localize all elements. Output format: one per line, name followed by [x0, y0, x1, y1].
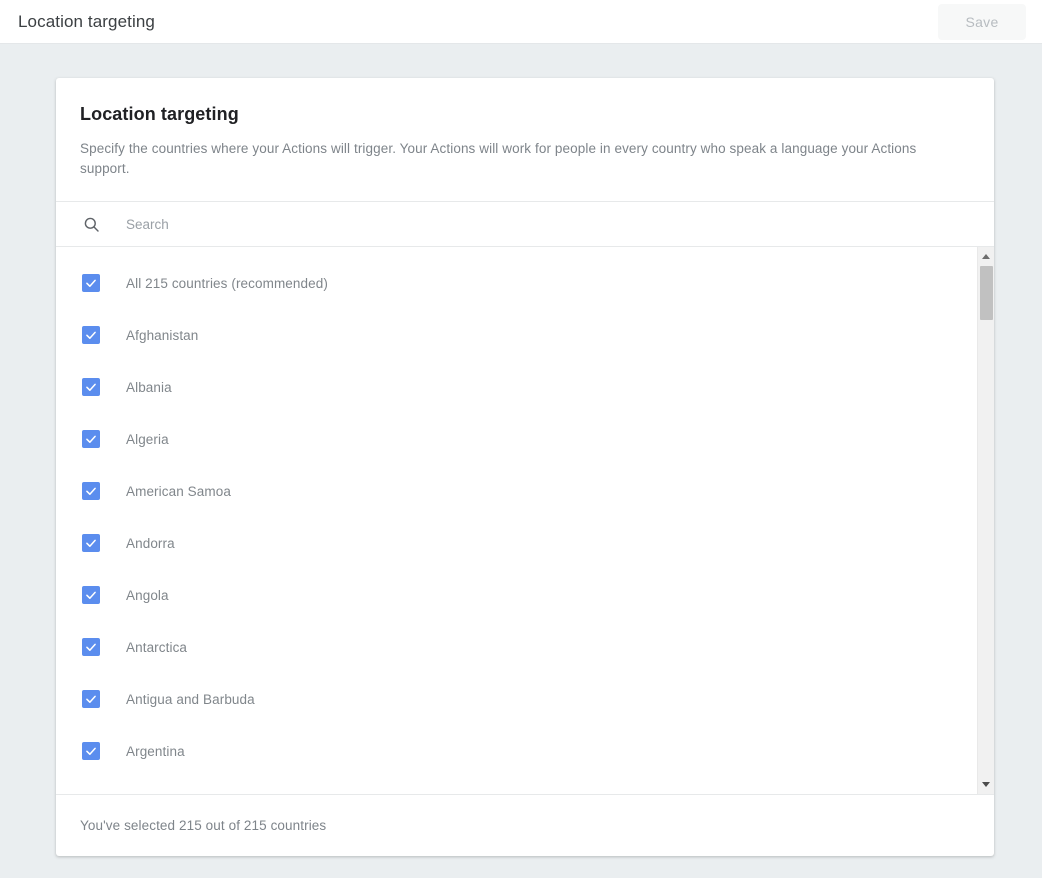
card-title: Location targeting — [80, 104, 970, 125]
list-item-label: Algeria — [126, 432, 169, 447]
list-item-label: Antigua and Barbuda — [126, 692, 255, 707]
list-item-label: Andorra — [126, 536, 175, 551]
list-item-label: Angola — [126, 588, 169, 603]
list-item[interactable]: Algeria — [56, 413, 977, 465]
card-description: Specify the countries where your Actions… — [80, 139, 960, 179]
list-item[interactable]: Antigua and Barbuda — [56, 673, 977, 725]
list-item-label: Afghanistan — [126, 328, 198, 343]
list-item[interactable]: Afghanistan — [56, 309, 977, 361]
list-item-label: Albania — [126, 380, 172, 395]
list-item-label: All 215 countries (recommended) — [126, 276, 328, 291]
list-scrollbar[interactable] — [977, 247, 994, 794]
location-targeting-card: Location targeting Specify the countries… — [56, 78, 994, 856]
page-title: Location targeting — [18, 12, 155, 32]
scrollbar-thumb[interactable] — [980, 266, 993, 320]
save-button[interactable]: Save — [938, 4, 1026, 40]
list-item[interactable] — [56, 777, 977, 794]
country-checkbox[interactable] — [82, 690, 100, 708]
search-row[interactable] — [56, 201, 994, 247]
country-checkbox[interactable] — [82, 430, 100, 448]
country-checkbox[interactable] — [82, 482, 100, 500]
search-input[interactable] — [124, 202, 994, 246]
list-item-label: American Samoa — [126, 484, 231, 499]
list-item[interactable]: American Samoa — [56, 465, 977, 517]
search-icon — [80, 213, 102, 235]
list-item-label: Antarctica — [126, 640, 187, 655]
list-item[interactable]: Antarctica — [56, 621, 977, 673]
country-list-wrapper: All 215 countries (recommended) Afghanist… — [56, 247, 994, 794]
app-bar: Location targeting Save — [0, 0, 1042, 44]
country-checkbox[interactable] — [82, 378, 100, 396]
page-body: Location targeting Specify the countries… — [0, 45, 1042, 878]
card-header: Location targeting Specify the countries… — [56, 78, 994, 201]
country-checkbox[interactable] — [82, 274, 100, 292]
list-item[interactable]: Andorra — [56, 517, 977, 569]
card-footer: You've selected 215 out of 215 countries — [56, 794, 994, 856]
country-list[interactable]: All 215 countries (recommended) Afghanist… — [56, 247, 977, 794]
country-checkbox[interactable] — [82, 534, 100, 552]
list-item[interactable]: Albania — [56, 361, 977, 413]
country-checkbox[interactable] — [82, 586, 100, 604]
list-item[interactable]: All 215 countries (recommended) — [56, 257, 977, 309]
list-item[interactable]: Angola — [56, 569, 977, 621]
selection-status: You've selected 215 out of 215 countries — [80, 818, 326, 833]
country-checkbox[interactable] — [82, 326, 100, 344]
scroll-down-arrow-icon[interactable] — [978, 777, 994, 792]
country-checkbox[interactable] — [82, 638, 100, 656]
scroll-up-arrow-icon[interactable] — [978, 249, 994, 264]
list-item[interactable]: Argentina — [56, 725, 977, 777]
list-item-label: Argentina — [126, 744, 185, 759]
country-checkbox[interactable] — [82, 742, 100, 760]
